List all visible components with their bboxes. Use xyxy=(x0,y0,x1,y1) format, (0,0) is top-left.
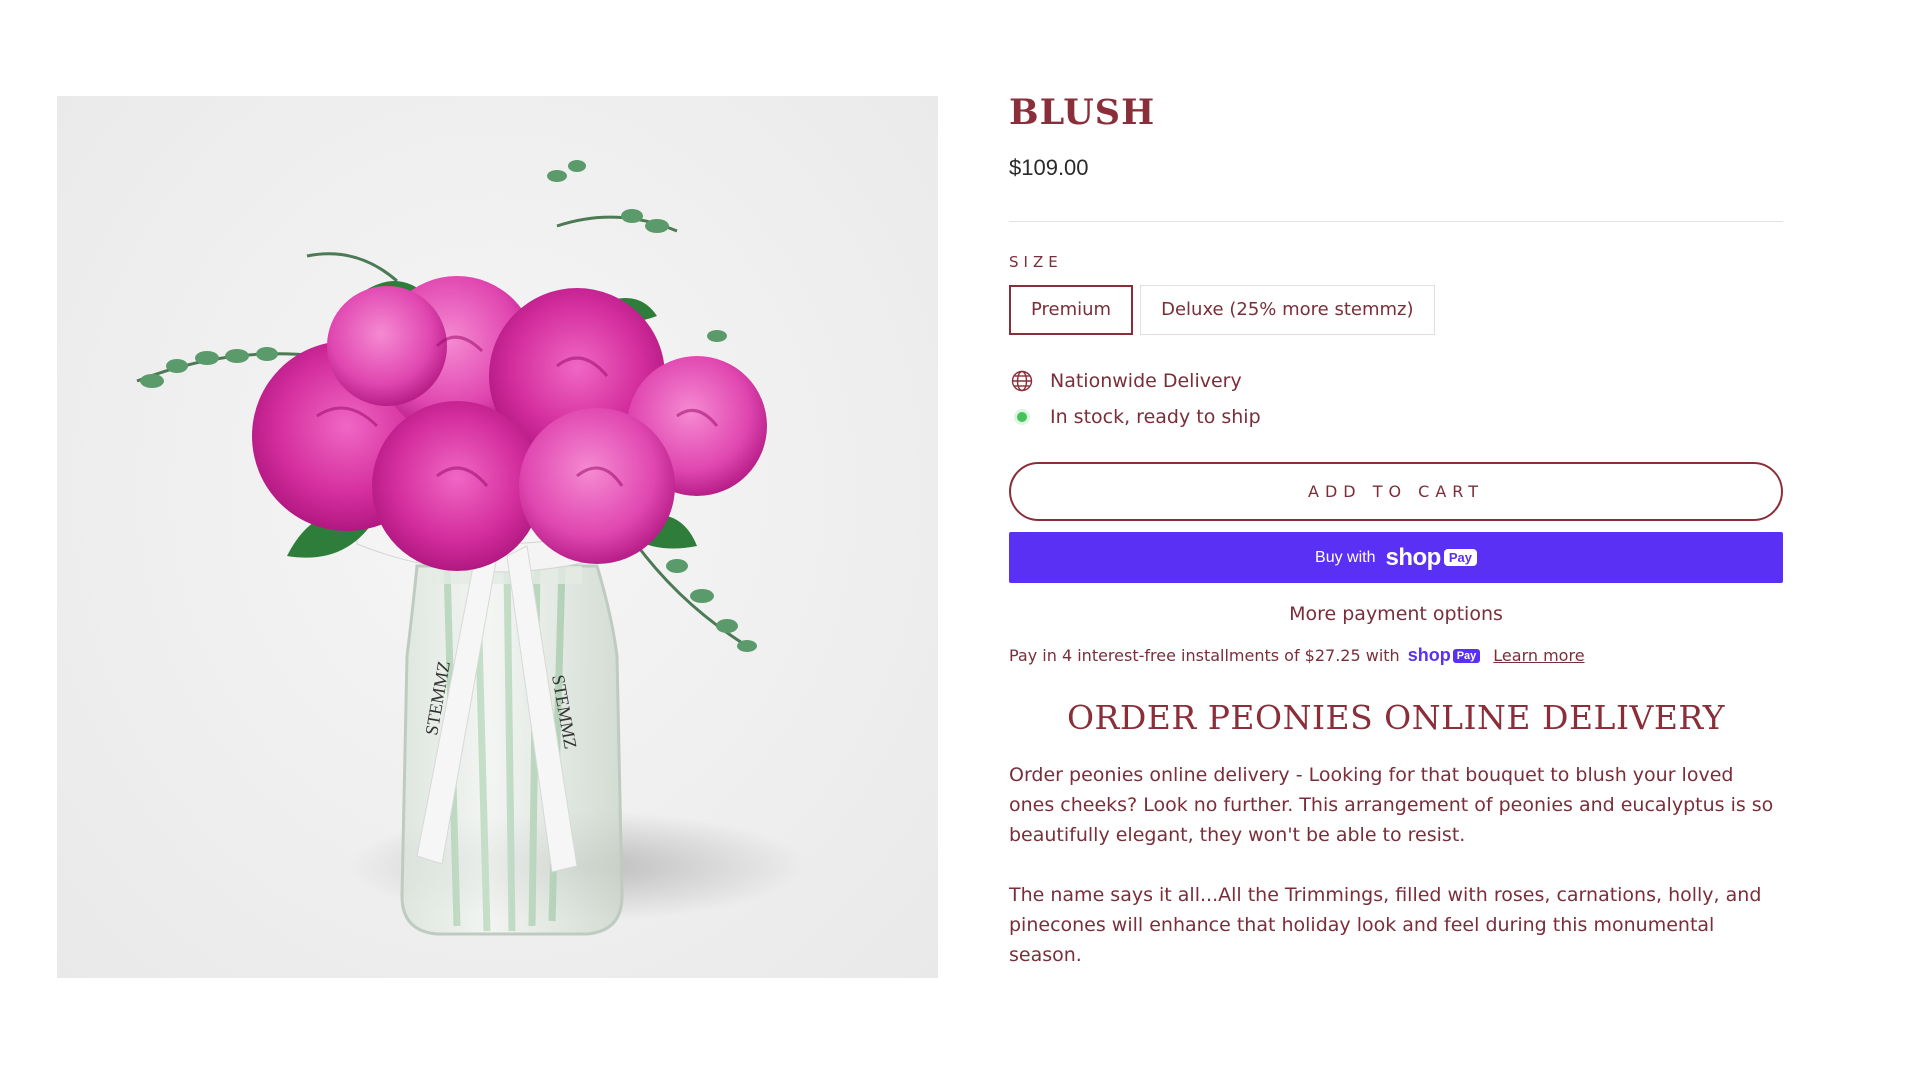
installments-text: Pay in 4 interest-free installments of $… xyxy=(1009,646,1400,665)
buy-with-label: Buy with xyxy=(1315,548,1376,566)
product-page: STEMMZ STEMMZ STEMMZ xyxy=(0,0,1920,1080)
globe-icon xyxy=(1009,368,1035,394)
stock-text: In stock, ready to ship xyxy=(1050,406,1261,428)
pay-mini-badge: Pay xyxy=(1452,648,1481,663)
description-paragraph: The name says it all...All the Trimmings… xyxy=(1009,884,1762,966)
size-option-deluxe[interactable]: Deluxe (25% more stemmz) xyxy=(1140,285,1435,335)
shop-pay-logo: shop xyxy=(1385,543,1442,571)
installments-banner: Pay in 4 interest-free installments of $… xyxy=(1009,645,1783,666)
add-to-cart-button[interactable]: ADD TO CART xyxy=(1009,462,1783,521)
product-meta: Nationwide Delivery In stock, ready to s… xyxy=(1009,363,1783,435)
peony-bouquet-illustration: STEMMZ STEMMZ STEMMZ xyxy=(136,160,807,936)
pay-badge: Pay xyxy=(1443,549,1477,566)
description-heading: ORDER PEONIES ONLINE DELIVERY xyxy=(1066,698,1726,737)
learn-more-link[interactable]: Learn more xyxy=(1493,646,1584,665)
size-options: Premium Deluxe (25% more stemmz) xyxy=(1009,285,1783,335)
more-payment-options-link[interactable]: More payment options xyxy=(1009,603,1783,625)
divider xyxy=(1009,221,1783,222)
delivery-row: Nationwide Delivery xyxy=(1009,363,1783,399)
delivery-text: Nationwide Delivery xyxy=(1050,370,1242,392)
stock-row: In stock, ready to ship xyxy=(1009,399,1783,435)
shop-pay-mini-logo: shop xyxy=(1407,645,1451,665)
product-info: BLUSH $109.00 SIZE Premium Deluxe (25% m… xyxy=(1009,90,1783,1000)
buy-with-shop-pay-button[interactable]: Buy with shop Pay xyxy=(1009,532,1783,583)
product-description: Order peonies online delivery - Looking … xyxy=(1009,760,1783,970)
size-option-premium[interactable]: Premium xyxy=(1009,285,1134,335)
size-label: SIZE xyxy=(1009,253,1063,271)
description-paragraph: Order peonies online delivery - Looking … xyxy=(1009,764,1774,846)
product-title: BLUSH xyxy=(1009,92,1156,133)
status-dot-icon xyxy=(1009,404,1035,430)
product-price: $109.00 xyxy=(1009,155,1089,180)
product-image[interactable]: STEMMZ STEMMZ STEMMZ xyxy=(57,96,938,978)
